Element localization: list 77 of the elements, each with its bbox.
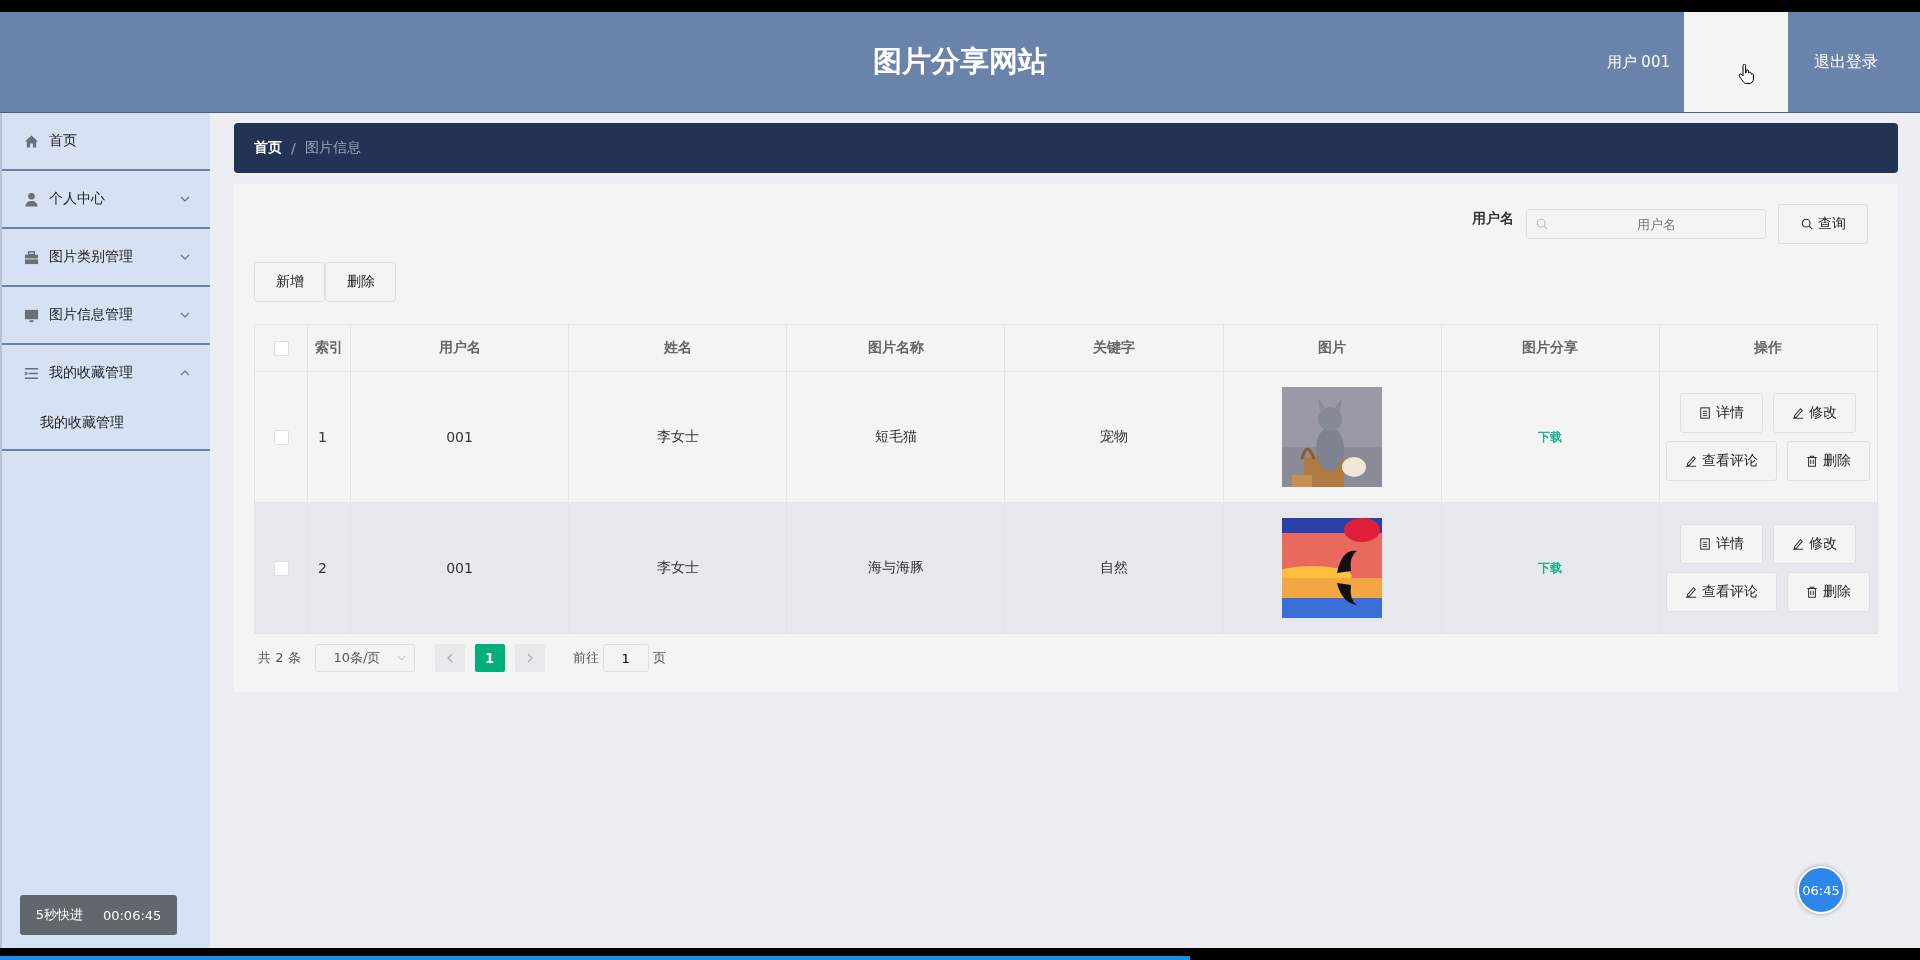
breadcrumb-item[interactable]: 首页 [254,139,282,157]
column-header: 图片名称 [786,324,1005,372]
table-cell: 宠物 [1004,371,1224,503]
table-row[interactable]: 1 001 李女士 短毛猫 宠物 下载 详情 修改 查看评论 删除 [254,371,1878,503]
column-header: 用户名 [350,324,569,372]
table-row[interactable]: 2 001 李女士 海与海豚 自然 下载 详情 修改 查看评论 删除 [254,502,1878,634]
total-count: 共 2 条 [258,649,301,667]
table-cell: 李女士 [568,371,787,503]
checkbox[interactable] [273,430,289,446]
row-action-button[interactable]: 查看评论 [1666,441,1778,481]
header-tab[interactable] [1684,12,1788,112]
previous-page-button[interactable] [434,644,465,672]
action-button[interactable]: 新增 [254,262,325,302]
row-action-button[interactable]: 删除 [1787,572,1871,612]
home-icon [24,133,39,149]
checkbox[interactable] [273,341,289,357]
table-cell: 2 [307,502,351,634]
breadcrumb-item[interactable]: 图片信息 [304,139,361,157]
column-header: 关键字 [1004,324,1224,372]
column-header: 操作 [1659,324,1878,372]
document-icon [1699,538,1712,550]
chevron-icon [396,655,406,661]
table-cell: 1 [307,371,351,503]
monitor-icon [24,307,39,323]
action-button[interactable]: 删除 [325,262,396,302]
next-page-button[interactable] [514,644,545,672]
table-cell: 李女士 [568,502,787,634]
table-cell: 自然 [1004,502,1224,634]
row-action-button[interactable]: 删除 [1787,441,1871,481]
toast-time: 00:06:45 [102,907,162,923]
logout-link[interactable]: 退出登录 [1788,51,1920,73]
document-icon [1699,407,1712,419]
person-icon [24,191,39,207]
column-header: 姓名 [568,324,787,372]
search-label: 用户名 [1472,210,1514,228]
column-header: 图片分享 [1441,324,1660,372]
page-suffix: 页 [652,649,666,667]
row-action-button[interactable]: 查看评论 [1666,572,1778,612]
site-title: 图片分享网站 [873,43,1047,80]
trash-icon [1806,455,1819,467]
chevron-left-icon [446,653,453,663]
timer-badge: 06:45 [1797,866,1845,914]
sidebar-item[interactable]: 首页 [2,113,210,169]
page-size-select[interactable]: 10条/页 [314,644,415,672]
hand-cursor-icon [1738,64,1754,84]
table-cell: 海与海豚 [786,502,1005,634]
chevron-right-icon [526,653,533,663]
breadcrumb-separator: / [291,140,296,156]
row-action-button[interactable]: 修改 [1773,524,1857,564]
table-cell: 短毛猫 [786,371,1005,503]
pencil-icon [1685,586,1698,598]
table-cell: 001 [350,502,569,634]
list-icon [24,365,39,381]
table-cell: 001 [350,371,569,503]
row-action-button[interactable]: 详情 [1680,524,1764,564]
pencil-icon [1685,455,1698,467]
trash-icon [1806,586,1819,598]
column-header: 图片 [1223,324,1442,372]
checkbox[interactable] [273,561,289,577]
search-icon [1536,218,1548,230]
column-header: 索引 [307,324,351,372]
page-input[interactable]: 1 [602,644,649,672]
search-icon [1800,218,1813,230]
toast-label: 5秒快进 [35,906,83,924]
pencil-icon [1792,538,1805,550]
sidebar-item[interactable]: 图片信息管理 [2,287,210,343]
sidebar-item[interactable]: 图片类别管理 [2,229,210,285]
row-action-button[interactable]: 修改 [1773,393,1857,433]
video-progress-bar[interactable] [0,948,1920,960]
user-name: 用户 001 [1606,52,1671,72]
pencil-icon [1792,407,1805,419]
search-field[interactable]: 用户名 [1526,209,1766,239]
search-button[interactable]: 查询 [1778,204,1868,244]
sidebar-item[interactable]: 个人中心 [2,171,210,227]
row-action-button[interactable]: 详情 [1680,393,1764,433]
briefcase-icon [24,249,39,265]
goto-label: 前往 [572,649,599,667]
